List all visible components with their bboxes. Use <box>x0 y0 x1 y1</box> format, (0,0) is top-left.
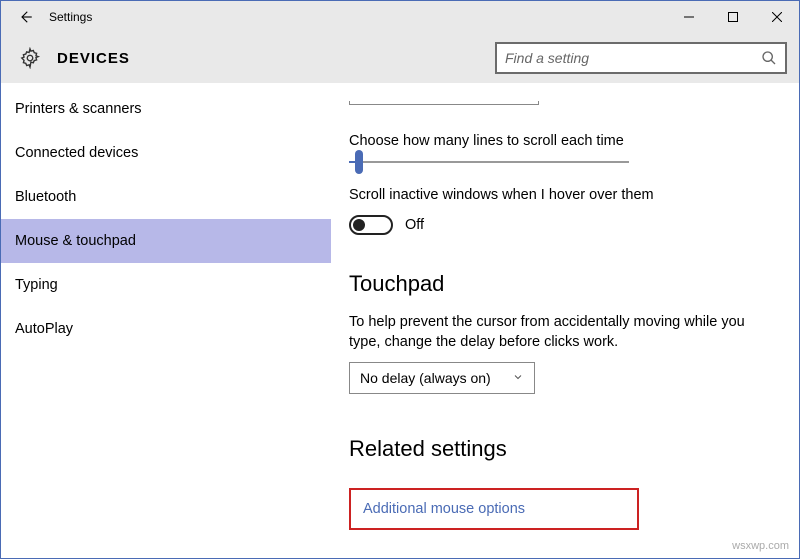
touchpad-delay-select[interactable]: No delay (always on) <box>349 362 535 394</box>
sidebar-item-bluetooth[interactable]: Bluetooth <box>1 175 331 219</box>
scroll-inactive-label: Scroll inactive windows when I hover ove… <box>349 187 775 203</box>
title-bar: Settings <box>1 1 799 33</box>
cutoff-control <box>349 101 539 105</box>
touchpad-delay-value: No delay (always on) <box>360 370 491 386</box>
gear-icon <box>19 47 41 69</box>
sidebar-item-mouse-touchpad[interactable]: Mouse & touchpad <box>1 219 331 263</box>
page-header: DEVICES <box>1 33 799 83</box>
touchpad-section-title: Touchpad <box>349 271 775 297</box>
sidebar: Printers & scanners Connected devices Bl… <box>1 83 331 558</box>
window-controls <box>667 1 799 33</box>
sidebar-item-typing[interactable]: Typing <box>1 263 331 307</box>
back-button[interactable] <box>9 1 41 33</box>
close-button[interactable] <box>755 1 799 33</box>
minimize-button[interactable] <box>667 1 711 33</box>
scroll-lines-slider[interactable] <box>349 161 629 163</box>
search-icon <box>761 50 777 66</box>
sidebar-item-autoplay[interactable]: AutoPlay <box>1 307 331 351</box>
touchpad-description: To help prevent the cursor from accident… <box>349 313 775 352</box>
scroll-inactive-toggle[interactable] <box>349 215 393 235</box>
close-icon <box>772 12 782 22</box>
watermark: wsxwp.com <box>732 540 789 552</box>
page-title: DEVICES <box>41 50 130 67</box>
chevron-down-icon <box>503 370 524 386</box>
window-title: Settings <box>41 10 92 24</box>
sidebar-item-connected-devices[interactable]: Connected devices <box>1 131 331 175</box>
maximize-button[interactable] <box>711 1 755 33</box>
content-area: Printers & scanners Connected devices Bl… <box>1 83 799 558</box>
related-settings-section: Related settings Additional mouse option… <box>349 436 775 530</box>
back-arrow-icon <box>16 8 34 26</box>
maximize-icon <box>728 12 738 22</box>
scroll-lines-label: Choose how many lines to scroll each tim… <box>349 133 775 149</box>
slider-thumb[interactable] <box>355 150 363 174</box>
related-settings-title: Related settings <box>349 436 775 462</box>
minimize-icon <box>684 12 694 22</box>
toggle-state-label: Off <box>405 217 424 233</box>
highlight-box: Additional mouse options <box>349 488 639 530</box>
scroll-lines-slider-row <box>349 161 775 163</box>
search-box[interactable] <box>495 42 787 74</box>
sidebar-item-printers[interactable]: Printers & scanners <box>1 87 331 131</box>
additional-mouse-options-link[interactable]: Additional mouse options <box>363 501 525 517</box>
scroll-inactive-toggle-row: Off <box>349 215 775 235</box>
search-input[interactable] <box>505 50 761 66</box>
toggle-knob <box>353 219 365 231</box>
main-panel: Choose how many lines to scroll each tim… <box>331 83 799 558</box>
